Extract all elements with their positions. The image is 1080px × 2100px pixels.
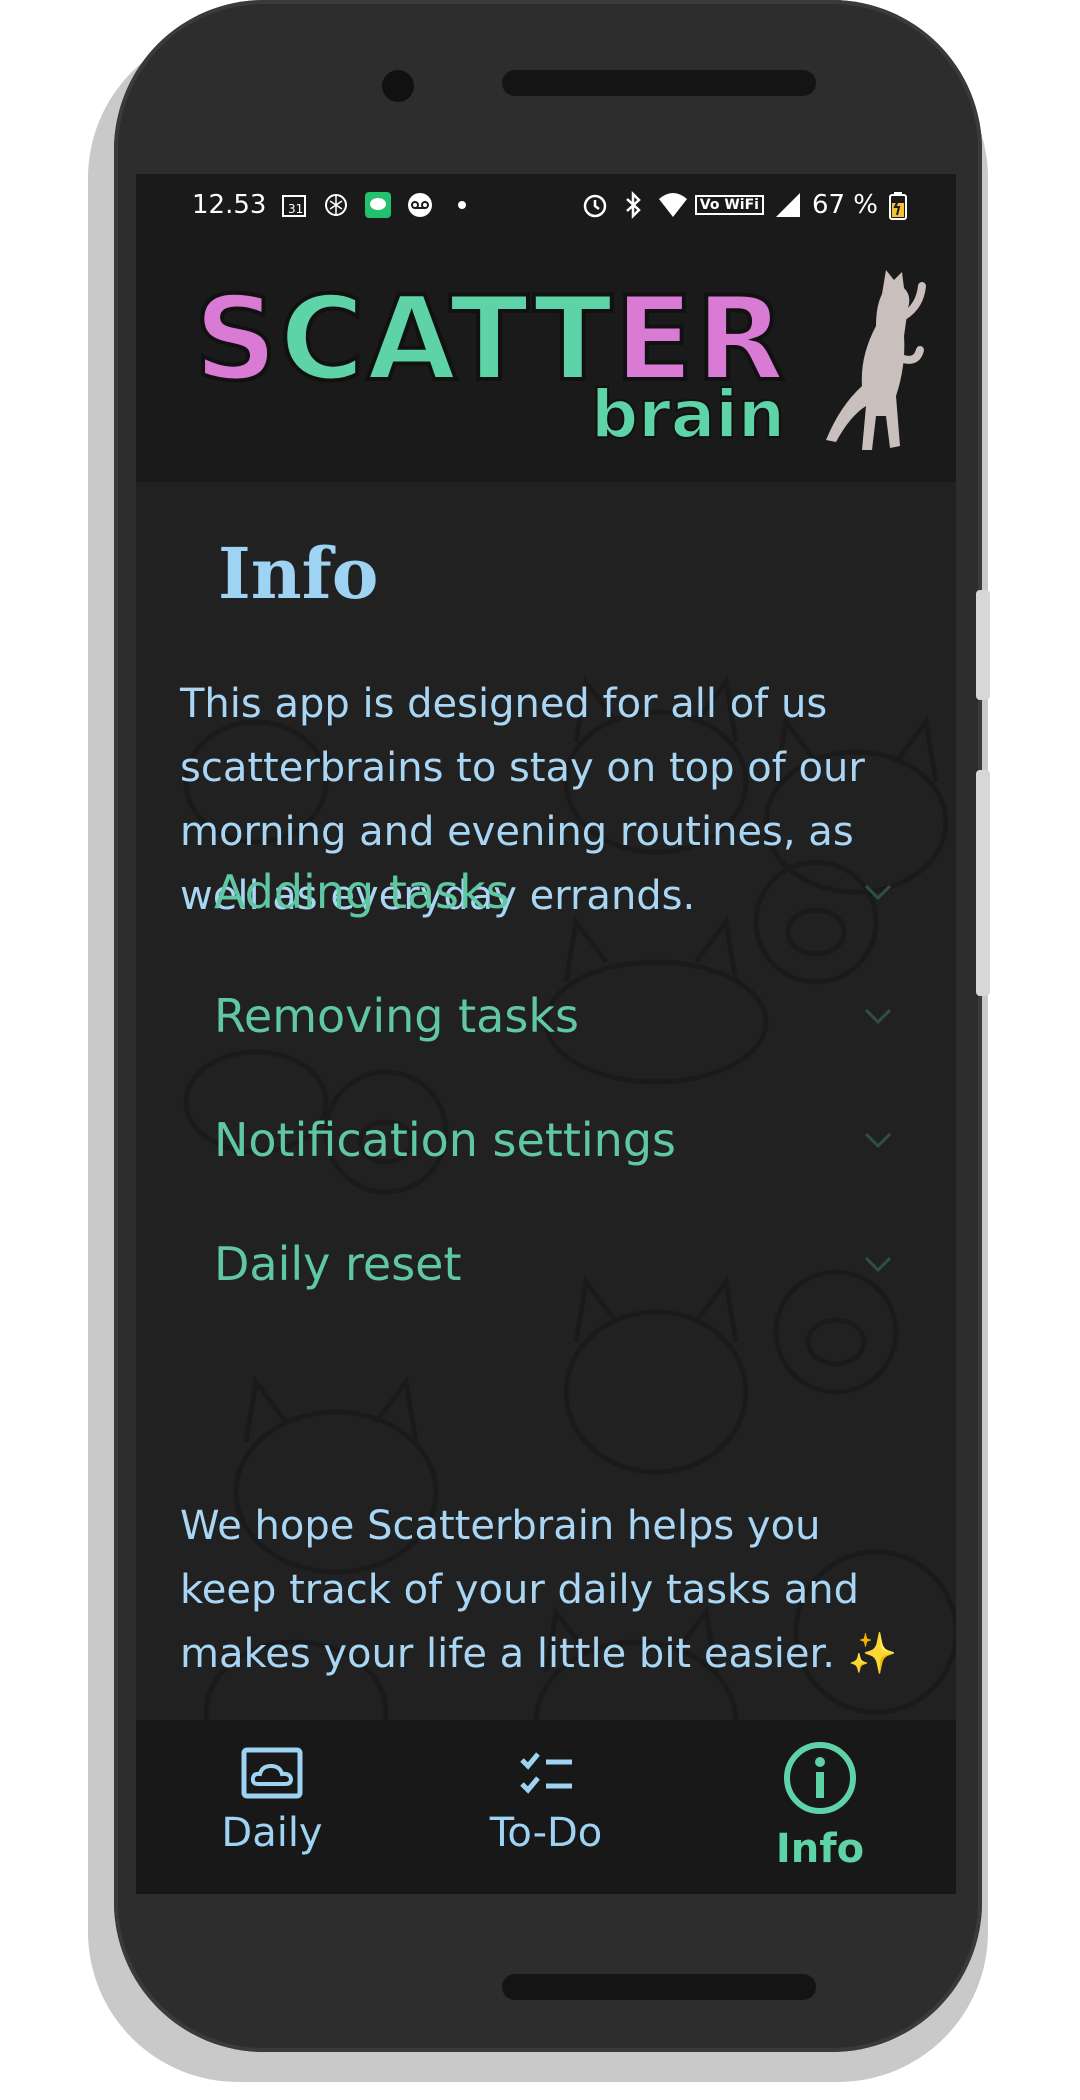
section-label: Removing tasks bbox=[214, 989, 579, 1043]
cloud-photo-icon bbox=[241, 1747, 303, 1799]
chatgpt-icon bbox=[322, 191, 350, 219]
chevron-down-icon bbox=[864, 1132, 892, 1149]
status-time: 12.53 bbox=[192, 190, 267, 220]
cat-logo-icon bbox=[826, 270, 926, 450]
logo-letter: C bbox=[278, 272, 367, 407]
bluetooth-icon bbox=[619, 190, 647, 220]
nav-label: Daily bbox=[221, 1810, 323, 1856]
app-logo-subtitle: brain bbox=[590, 375, 786, 454]
info-content: Info This app is designed for all of us … bbox=[136, 482, 956, 1894]
section-daily-reset[interactable]: Daily reset bbox=[214, 1224, 892, 1304]
section-label: Notification settings bbox=[214, 1113, 676, 1167]
logo-letter: S bbox=[192, 272, 280, 407]
voicemail-icon bbox=[406, 191, 434, 219]
chevron-down-icon bbox=[864, 1256, 892, 1273]
nav-daily[interactable]: Daily bbox=[162, 1746, 382, 1856]
section-label: Adding tasks bbox=[214, 865, 510, 919]
messages-icon bbox=[364, 191, 392, 219]
status-bar: 12.53 31 Vo WiFi 67 % bbox=[136, 174, 956, 236]
nav-label: To-Do bbox=[489, 1810, 603, 1856]
more-notifications-dot-icon bbox=[448, 191, 476, 219]
front-camera bbox=[382, 70, 414, 102]
app-header: SCATTER brain bbox=[136, 236, 956, 482]
bottom-navigation: Daily To-Do Info bbox=[136, 1720, 956, 1894]
calendar-day: 31 bbox=[288, 202, 303, 216]
section-label: Daily reset bbox=[214, 1237, 462, 1291]
power-button bbox=[976, 770, 990, 996]
battery-charging-icon bbox=[888, 191, 916, 220]
logo-letter: A bbox=[365, 272, 450, 407]
outro-text: We hope Scatterbrain helps you keep trac… bbox=[180, 1503, 898, 1677]
alarm-icon bbox=[581, 191, 609, 219]
earpiece-speaker bbox=[502, 70, 816, 96]
battery-percent: 67 % bbox=[811, 190, 878, 220]
signal-icon bbox=[774, 191, 802, 219]
section-removing-tasks[interactable]: Removing tasks bbox=[214, 976, 892, 1056]
app-screen: 12.53 31 Vo WiFi 67 % SCATTER brain Info… bbox=[136, 174, 956, 1894]
page-title: Info bbox=[218, 532, 379, 615]
logo-letter: T bbox=[447, 272, 534, 407]
nav-info[interactable]: Info bbox=[710, 1740, 930, 1872]
info-icon bbox=[784, 1742, 856, 1814]
vowifi-icon: Vo WiFi bbox=[694, 195, 764, 215]
bottom-speaker bbox=[502, 1974, 816, 2000]
chevron-down-icon bbox=[864, 884, 892, 901]
calendar-icon: 31 bbox=[280, 191, 308, 219]
chevron-down-icon bbox=[864, 1008, 892, 1025]
checklist-icon bbox=[520, 1752, 572, 1794]
section-adding-tasks[interactable]: Adding tasks bbox=[214, 852, 892, 932]
nav-label: Info bbox=[775, 1826, 865, 1872]
wifi-icon bbox=[657, 191, 687, 219]
section-notification-settings[interactable]: Notification settings bbox=[214, 1100, 892, 1180]
volume-button bbox=[976, 590, 990, 700]
nav-todo[interactable]: To-Do bbox=[436, 1746, 656, 1856]
